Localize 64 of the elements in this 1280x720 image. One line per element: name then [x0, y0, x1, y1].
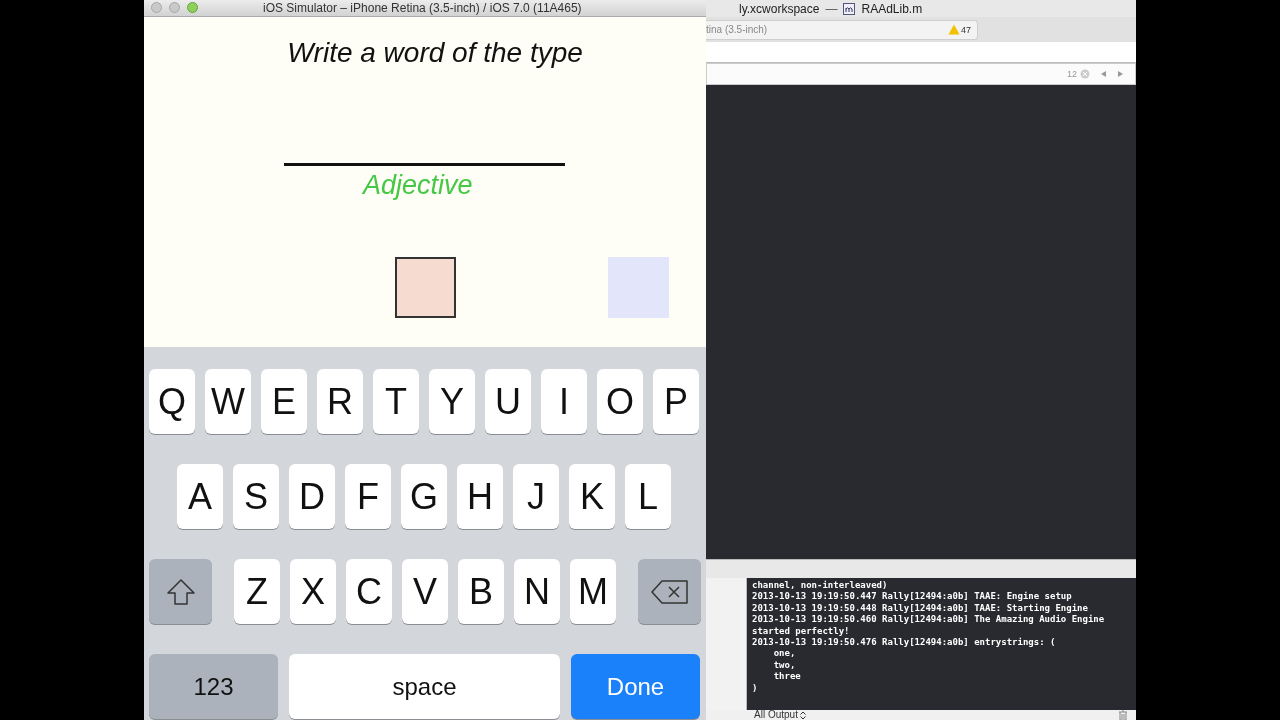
- warning-icon: [948, 24, 960, 35]
- keyboard-key[interactable]: E: [261, 369, 307, 434]
- fill-in-line[interactable]: [284, 162, 565, 166]
- console-line: 2013-10-13 19:19:50.460 Rally[12494:a0b] The Amazing Audio Engine: [752, 614, 1106, 626]
- keyboard-key[interactable]: S: [233, 464, 279, 529]
- keyboard-key[interactable]: D: [289, 464, 335, 529]
- console-line: channel, non-interleaved): [752, 580, 889, 592]
- keyboard-key[interactable]: V: [402, 559, 448, 624]
- keyboard-key[interactable]: O: [597, 369, 643, 434]
- keyboard-key[interactable]: H: [457, 464, 503, 529]
- console-line: started perfectly!: [752, 625, 851, 638]
- file-icon: [843, 2, 856, 15]
- scheme-label: tina (3.5-inch): [706, 24, 768, 35]
- warning-count: 47: [961, 24, 971, 35]
- keyboard-key[interactable]: P: [653, 369, 699, 434]
- delete-key[interactable]: [638, 559, 701, 624]
- chevron-icon: [799, 710, 806, 720]
- keyboard-key[interactable]: Z: [234, 559, 280, 624]
- keyboard-key[interactable]: W: [205, 369, 251, 434]
- title-separator: —: [825, 1, 838, 16]
- number-key[interactable]: 123: [149, 654, 278, 719]
- prompt-text: Write a word of the type: [286, 36, 584, 69]
- keyboard-key[interactable]: A: [177, 464, 223, 529]
- keyboard-key[interactable]: Y: [429, 369, 475, 434]
- keyboard-key[interactable]: U: [485, 369, 531, 434]
- zoom-button[interactable]: [187, 2, 198, 14]
- keyboard-key[interactable]: T: [373, 369, 419, 434]
- window-title: iOS Simulator – iPhone Retina (3.5-inch) / iOS 7.0 (11A465): [263, 0, 582, 15]
- console-line: one,: [772, 648, 797, 660]
- keyboard-key[interactable]: K: [569, 464, 615, 529]
- keyboard-key[interactable]: M: [570, 559, 616, 624]
- keyboard-key[interactable]: C: [346, 559, 392, 624]
- shift-key[interactable]: [149, 559, 212, 624]
- match-count: 12: [1067, 69, 1077, 79]
- keyboard-key[interactable]: X: [290, 559, 336, 624]
- color-swatch[interactable]: [608, 256, 669, 318]
- keyboard-key[interactable]: G: [401, 464, 447, 529]
- console-line: 2013-10-13 19:19:50.476 Rally[12494:a0b] entrystrings: (: [752, 637, 1057, 649]
- close-button[interactable]: [151, 2, 162, 14]
- done-key[interactable]: Done: [571, 654, 700, 719]
- keyboard-key[interactable]: J: [513, 464, 559, 529]
- word-type-label: Adjective: [363, 169, 474, 201]
- color-swatch[interactable]: [395, 256, 456, 318]
- keyboard-key[interactable]: L: [625, 464, 671, 529]
- console-line: three: [772, 671, 802, 683]
- console-line: two,: [772, 659, 797, 672]
- keyboard-key[interactable]: F: [345, 464, 391, 529]
- backspace-icon: [649, 577, 690, 606]
- space-key[interactable]: space: [289, 654, 560, 719]
- clear-icon[interactable]: [1080, 69, 1090, 79]
- file-name: RAAdLib.m: [861, 1, 923, 16]
- console-line: ): [752, 682, 759, 695]
- keyboard-key[interactable]: I: [541, 369, 587, 434]
- console-line: 2013-10-13 19:19:50.447 Rally[12494:a0b] TAAE: Engine setup: [752, 591, 1073, 603]
- console-line: 2013-10-13 19:19:50.448 Rally[12494:a0b] TAAE: Starting Engine: [752, 602, 1089, 614]
- minimize-button[interactable]: [169, 2, 180, 14]
- trash-icon[interactable]: [1118, 710, 1128, 720]
- keyboard-key[interactable]: Q: [149, 369, 195, 434]
- workspace-title: ly.xcworkspace: [739, 1, 820, 16]
- keyboard-key[interactable]: B: [458, 559, 504, 624]
- keyboard-key[interactable]: R: [317, 369, 363, 434]
- output-filter[interactable]: All Output: [754, 710, 806, 720]
- shift-icon: [165, 577, 196, 606]
- keyboard-key[interactable]: N: [514, 559, 560, 624]
